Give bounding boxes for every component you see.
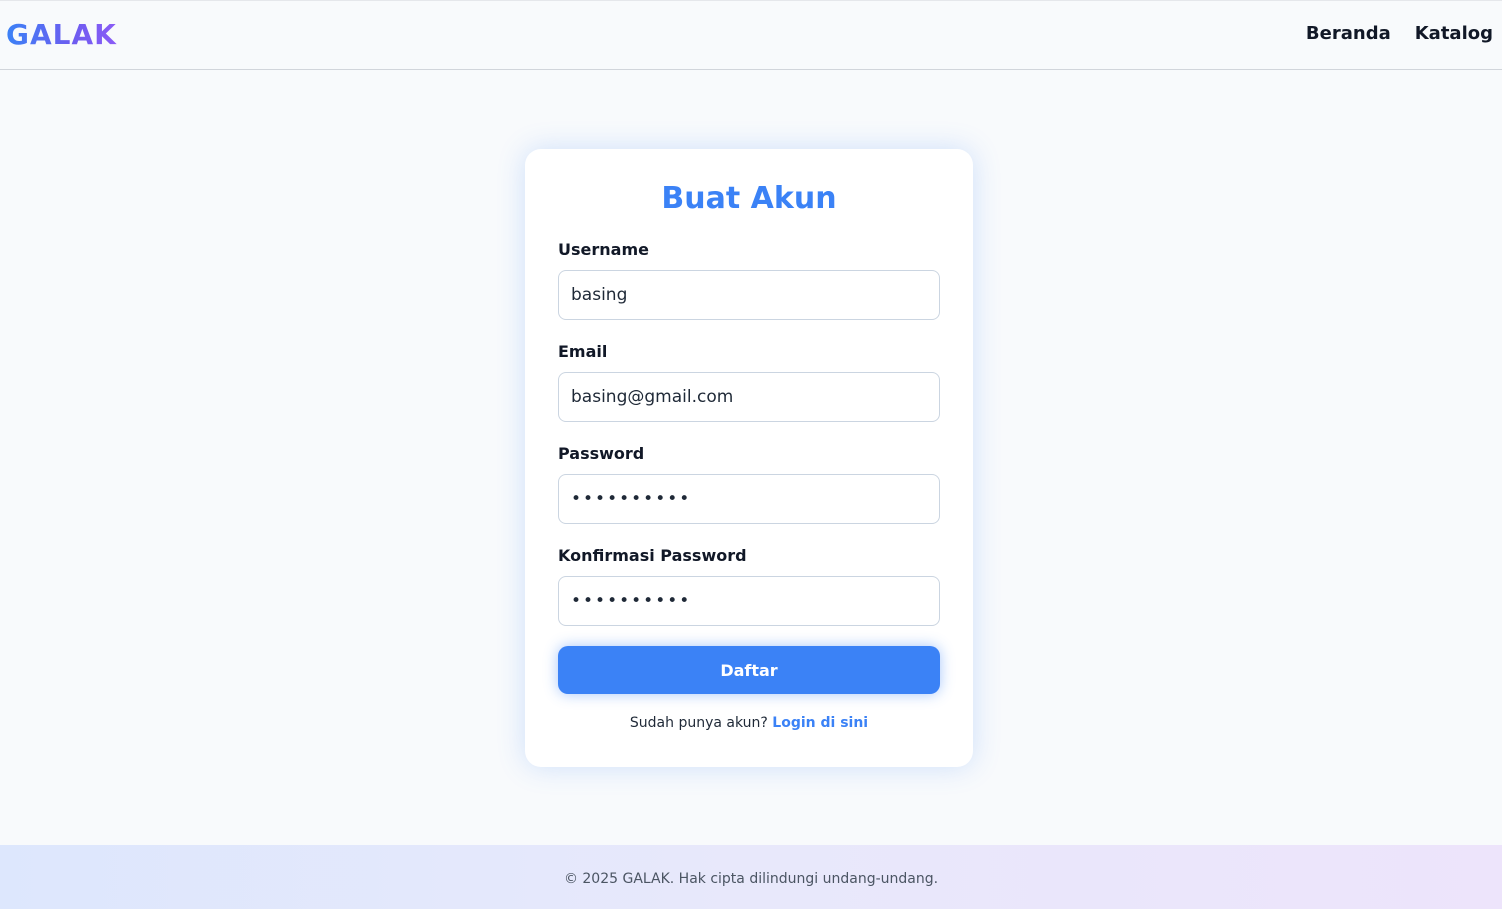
confirm-password-input[interactable] [558,576,940,626]
email-input[interactable] [558,372,940,422]
password-input[interactable] [558,474,940,524]
login-prompt-line: Sudah punya akun? Login di sini [525,715,973,731]
confirm-password-label: Konfirmasi Password [558,546,747,565]
register-button[interactable]: Daftar [558,646,940,694]
login-prompt-text: Sudah punya akun? [629,715,768,731]
password-label: Password [558,444,645,463]
email-label: Email [558,342,608,361]
navbar: GALAK Beranda Katalog [0,0,1502,70]
nav-link-beranda[interactable]: Beranda [1306,23,1391,44]
username-input[interactable] [558,270,940,320]
username-label: Username [558,240,649,259]
footer: © 2025 GALAK. Hak cipta dilindungi undan… [0,845,1502,909]
nav-link-katalog[interactable]: Katalog [1415,23,1493,44]
nav-links: Beranda Katalog [1306,23,1493,44]
brand-logo[interactable]: GALAK [6,18,117,51]
register-card: Buat Akun Username Email Password Konfir… [525,149,973,767]
login-link[interactable]: Login di sini [772,715,868,731]
footer-copyright: © 2025 GALAK. Hak cipta dilindungi undan… [563,871,939,887]
page-title: Buat Akun [661,181,837,216]
